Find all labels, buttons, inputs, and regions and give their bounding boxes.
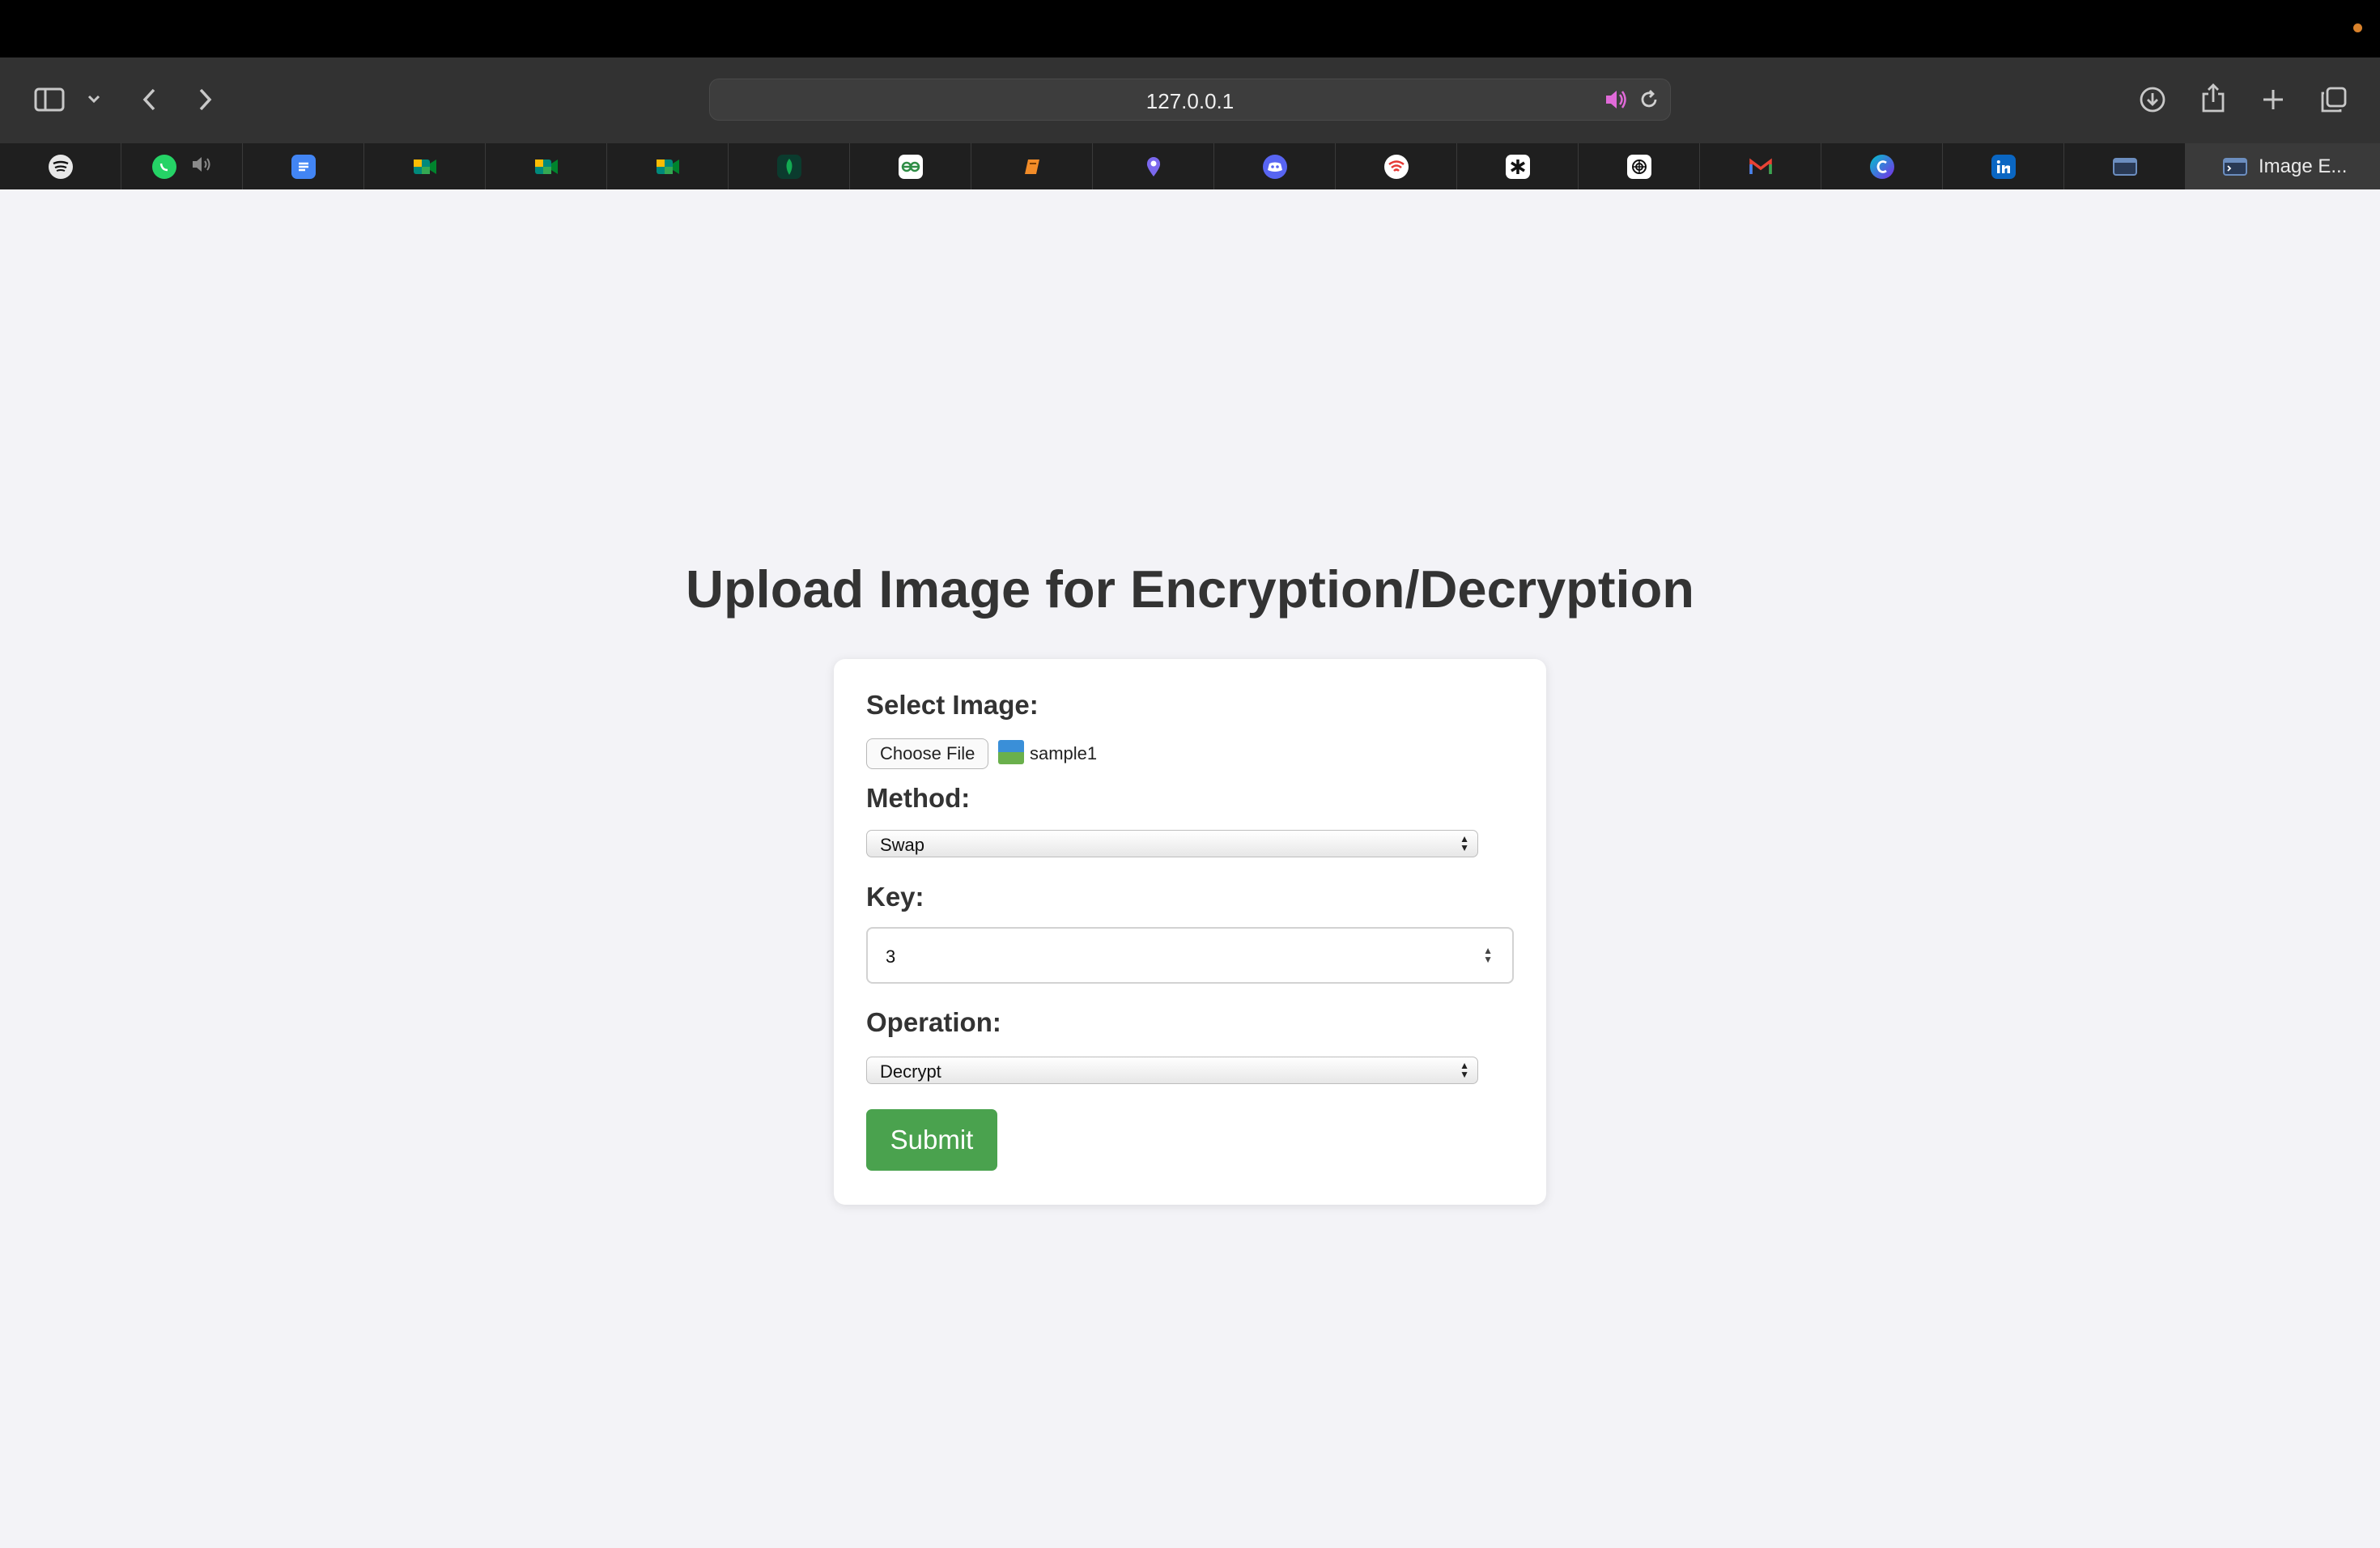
selected-file-name: sample1 — [1030, 743, 1098, 763]
key-input-value: 3 — [886, 946, 896, 967]
chatgpt-tab[interactable] — [1579, 143, 1700, 189]
book-icon — [1020, 155, 1044, 179]
terminal-tab[interactable] — [2064, 143, 2186, 189]
file-thumbnail-icon — [998, 740, 1024, 764]
system-menu-bar — [0, 0, 2380, 57]
page-title: Upload Image for Encryption/Decryption — [686, 559, 1694, 619]
linkedin-icon — [1991, 154, 2016, 179]
google-meet-tab-1[interactable] — [364, 143, 486, 189]
choose-file-button[interactable]: Choose File — [866, 738, 989, 769]
speaker-audio-icon[interactable] — [1604, 88, 1628, 115]
tab-bar: Image E... — [0, 143, 2380, 189]
asterisk-tab[interactable] — [1457, 143, 1579, 189]
key-label: Key: — [866, 882, 924, 912]
geeksforgeeks-icon — [898, 154, 923, 179]
mongodb-tab[interactable] — [729, 143, 850, 189]
operation-label: Operation: — [866, 1007, 1001, 1037]
google-docs-icon — [291, 154, 316, 179]
spotify-icon — [48, 154, 73, 179]
gmail-tab[interactable] — [1700, 143, 1821, 189]
asterisk-icon — [1505, 154, 1530, 179]
maps-pin-tab[interactable] — [1093, 143, 1214, 189]
select-arrows-icon: ▲ ▼ — [1460, 833, 1469, 853]
upload-form-card: Select Image: Choose File sample1 Method… — [834, 659, 1546, 1205]
google-meet-tab-3[interactable] — [607, 143, 729, 189]
select-arrows-icon: ▲ ▼ — [1460, 1060, 1469, 1080]
method-select-value: Swap — [880, 835, 925, 855]
google-docs-tab[interactable] — [243, 143, 364, 189]
number-stepper-icon[interactable]: ▲ ▼ — [1483, 946, 1493, 964]
linkedin-tab[interactable] — [1943, 143, 2064, 189]
google-meet-icon — [656, 155, 680, 179]
gmail-icon — [1749, 155, 1773, 179]
method-select[interactable]: Swap ▲ ▼ — [866, 830, 1478, 857]
map-pin-icon — [1141, 155, 1166, 179]
key-number-input[interactable]: 3 ▲ ▼ — [866, 927, 1514, 984]
google-meet-icon — [413, 155, 437, 179]
operation-select-value: Decrypt — [880, 1061, 941, 1082]
back-arrow-icon[interactable] — [138, 84, 160, 115]
operation-select[interactable]: Decrypt ▲ ▼ — [866, 1057, 1478, 1084]
whatsapp-tab[interactable] — [121, 143, 243, 189]
sidebar-toggle-icon[interactable] — [31, 84, 68, 115]
tab-active-image-encryption[interactable]: Image E... — [2186, 143, 2380, 189]
signal-icon — [1383, 154, 1409, 179]
method-label: Method: — [866, 783, 971, 813]
download-icon[interactable] — [2137, 84, 2168, 115]
discord-tab[interactable] — [1214, 143, 1336, 189]
submit-button[interactable]: Submit — [866, 1109, 997, 1171]
recording-indicator-dot — [2353, 23, 2362, 32]
share-icon[interactable] — [2199, 81, 2228, 115]
wifi-signal-tab[interactable] — [1336, 143, 1457, 189]
chatgpt-icon — [1626, 154, 1651, 179]
geeksforgeeks-tab[interactable] — [850, 143, 971, 189]
reload-icon[interactable] — [1638, 88, 1660, 115]
discord-icon — [1262, 154, 1287, 179]
terminal-icon — [2223, 155, 2247, 179]
terminal-icon — [2112, 155, 2137, 179]
canva-tab[interactable] — [1821, 143, 1943, 189]
forward-arrow-icon[interactable] — [194, 84, 217, 115]
address-bar[interactable]: 127.0.0.1 — [709, 79, 1671, 121]
spotify-tab[interactable] — [0, 143, 121, 189]
whatsapp-icon — [151, 154, 176, 179]
browser-toolbar: 127.0.0.1 — [0, 57, 2380, 143]
canva-icon — [1869, 154, 1894, 179]
mongodb-icon — [776, 154, 801, 179]
active-tab-title: Image E... — [2259, 155, 2348, 177]
google-meet-tab-2[interactable] — [486, 143, 607, 189]
url-text: 127.0.0.1 — [1145, 89, 1235, 113]
book-tab[interactable] — [971, 143, 1093, 189]
tab-overview-icon[interactable] — [2318, 84, 2349, 115]
chevron-down-icon[interactable] — [84, 89, 104, 108]
google-meet-icon — [534, 155, 559, 179]
select-image-label: Select Image: — [866, 690, 1039, 720]
new-tab-plus-icon[interactable] — [2259, 84, 2288, 115]
tab-audio-icon[interactable] — [191, 155, 212, 177]
